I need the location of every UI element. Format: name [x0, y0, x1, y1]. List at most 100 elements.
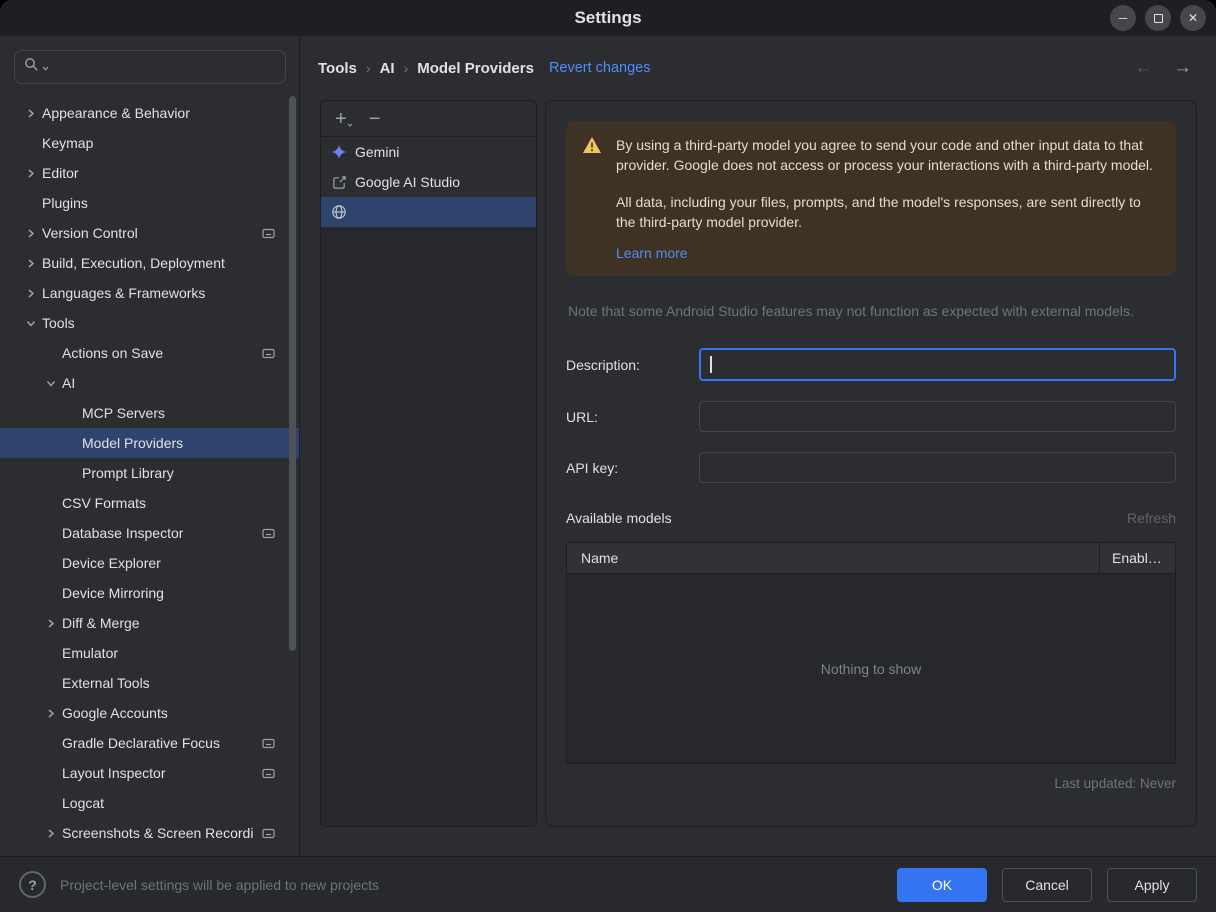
url-label: URL: [566, 409, 699, 425]
search-box[interactable] [14, 50, 286, 84]
maximize-button[interactable] [1145, 5, 1171, 31]
sidebar-item-label: Emulator [62, 645, 118, 661]
provider-label: Gemini [355, 144, 399, 160]
api-key-label: API key: [566, 460, 699, 476]
sidebar-item-keymap[interactable]: Keymap [0, 128, 299, 158]
sidebar-item-screenshots-screen-recording[interactable]: Screenshots & Screen Recordi [0, 818, 299, 848]
footer-hint: Project-level settings will be applied t… [60, 877, 379, 893]
globe-icon [331, 204, 347, 220]
caret-down-icon [347, 111, 353, 131]
provider-row-new[interactable] [321, 197, 536, 227]
sidebar-item-label: External Tools [62, 675, 150, 691]
sidebar-item-google-accounts[interactable]: Google Accounts [0, 698, 299, 728]
cancel-button[interactable]: Cancel [1002, 868, 1092, 902]
sidebar-item-mcp-servers[interactable]: MCP Servers [0, 398, 299, 428]
sidebar-item-label: Diff & Merge [62, 615, 140, 631]
sidebar-item-label: Tools [42, 315, 75, 331]
sidebar-item-languages-frameworks[interactable]: Languages & Frameworks [0, 278, 299, 308]
warning-text: By using a third-party model you agree t… [616, 136, 1160, 263]
sidebar-item-logcat[interactable]: Logcat [0, 788, 299, 818]
url-input[interactable] [699, 401, 1176, 432]
chevron-right-icon[interactable] [20, 169, 42, 178]
provider-row-google-ai-studio[interactable]: Google AI Studio [321, 167, 536, 197]
sidebar-item-actions-on-save[interactable]: Actions on Save [0, 338, 299, 368]
sidebar-item-label: Languages & Frameworks [42, 285, 205, 301]
models-table-body: Nothing to show [567, 574, 1175, 763]
column-header-name: Name [567, 543, 1099, 573]
sidebar-item-external-tools[interactable]: External Tools [0, 668, 299, 698]
sidebar-item-database-inspector[interactable]: Database Inspector [0, 518, 299, 548]
close-icon: ✕ [1188, 11, 1198, 25]
chevron-right-icon[interactable] [20, 289, 42, 298]
chevron-right-icon[interactable] [20, 109, 42, 118]
ok-button[interactable]: OK [897, 868, 987, 902]
sidebar-item-csv-formats[interactable]: CSV Formats [0, 488, 299, 518]
window-title: Settings [574, 8, 641, 28]
chevron-right-icon[interactable] [40, 829, 62, 838]
sidebar-item-gradle-declarative-focus[interactable]: Gradle Declarative Focus [0, 728, 299, 758]
chevron-right-icon[interactable] [20, 259, 42, 268]
add-provider-button[interactable]: + [335, 109, 347, 129]
provider-row-gemini[interactable]: Gemini [321, 137, 536, 167]
sidebar-item-tools[interactable]: Tools [0, 308, 299, 338]
sidebar-item-appearance-behavior[interactable]: Appearance & Behavior [0, 98, 299, 128]
breadcrumb-model-providers[interactable]: Model Providers [417, 60, 534, 77]
description-input[interactable] [699, 348, 1176, 381]
sidebar-item-label: CSV Formats [62, 495, 146, 511]
chevron-right-icon[interactable] [40, 709, 62, 718]
sidebar-item-label: Logcat [62, 795, 104, 811]
chevron-right-icon[interactable] [40, 619, 62, 628]
sidebar-item-label: Model Providers [82, 435, 183, 451]
empty-state-text: Nothing to show [821, 661, 921, 677]
warning-paragraph-2: All data, including your files, prompts,… [616, 193, 1160, 232]
chevron-right-icon[interactable] [20, 229, 42, 238]
question-mark-icon: ? [28, 877, 37, 893]
learn-more-link[interactable]: Learn more [616, 245, 688, 261]
external-models-note: Note that some Android Studio features m… [568, 303, 1174, 319]
sidebar-item-version-control[interactable]: Version Control [0, 218, 299, 248]
breadcrumb-ai[interactable]: AI [380, 60, 395, 77]
chevron-down-icon[interactable] [20, 319, 42, 328]
refresh-button[interactable]: Refresh [1127, 510, 1176, 526]
sidebar-item-label: MCP Servers [82, 405, 165, 421]
remove-provider-button[interactable]: − [369, 109, 381, 129]
main-area: Tools › AI › Model Providers Revert chan… [300, 36, 1216, 856]
breadcrumb: Tools › AI › Model Providers Revert chan… [300, 36, 1216, 100]
search-history-caret-icon[interactable] [42, 58, 49, 76]
sidebar-item-label: Appearance & Behavior [42, 105, 190, 121]
forward-arrow-icon[interactable]: → [1173, 57, 1192, 79]
sidebar-item-plugins[interactable]: Plugins [0, 188, 299, 218]
sidebar-item-device-mirroring[interactable]: Device Mirroring [0, 578, 299, 608]
description-input-wrap [699, 348, 1176, 381]
sidebar-item-prompt-library[interactable]: Prompt Library [0, 458, 299, 488]
screen-icon [262, 828, 275, 839]
third-party-warning-banner: By using a third-party model you agree t… [566, 121, 1176, 276]
apply-button[interactable]: Apply [1107, 868, 1197, 902]
last-updated-text: Last updated: Never [566, 776, 1176, 791]
api-key-input[interactable] [699, 452, 1176, 483]
sidebar-scrollbar[interactable] [289, 96, 296, 651]
sidebar-item-label: Keymap [42, 135, 93, 151]
sidebar-item-label: Device Mirroring [62, 585, 164, 601]
help-button[interactable]: ? [19, 871, 46, 898]
sidebar-item-device-explorer[interactable]: Device Explorer [0, 548, 299, 578]
screen-icon [262, 528, 275, 539]
screen-icon [262, 768, 275, 779]
sidebar-item-emulator[interactable]: Emulator [0, 638, 299, 668]
search-input[interactable] [52, 58, 276, 76]
back-arrow-icon[interactable]: ← [1134, 57, 1153, 79]
sidebar-item-build-execution-deployment[interactable]: Build, Execution, Deployment [0, 248, 299, 278]
breadcrumb-tools[interactable]: Tools [318, 60, 357, 77]
sidebar-item-model-providers[interactable]: Model Providers [0, 428, 299, 458]
settings-window: Settings ─ ✕ Appearance & Behavior [0, 0, 1216, 912]
chevron-down-icon[interactable] [40, 379, 62, 388]
minus-icon: − [369, 108, 381, 130]
api-key-input-wrap [699, 452, 1176, 483]
close-button[interactable]: ✕ [1180, 5, 1206, 31]
sidebar-item-layout-inspector[interactable]: Layout Inspector [0, 758, 299, 788]
sidebar-item-editor[interactable]: Editor [0, 158, 299, 188]
minimize-button[interactable]: ─ [1110, 5, 1136, 31]
sidebar-item-ai[interactable]: AI [0, 368, 299, 398]
sidebar-item-diff-merge[interactable]: Diff & Merge [0, 608, 299, 638]
revert-changes-link[interactable]: Revert changes [549, 60, 651, 76]
